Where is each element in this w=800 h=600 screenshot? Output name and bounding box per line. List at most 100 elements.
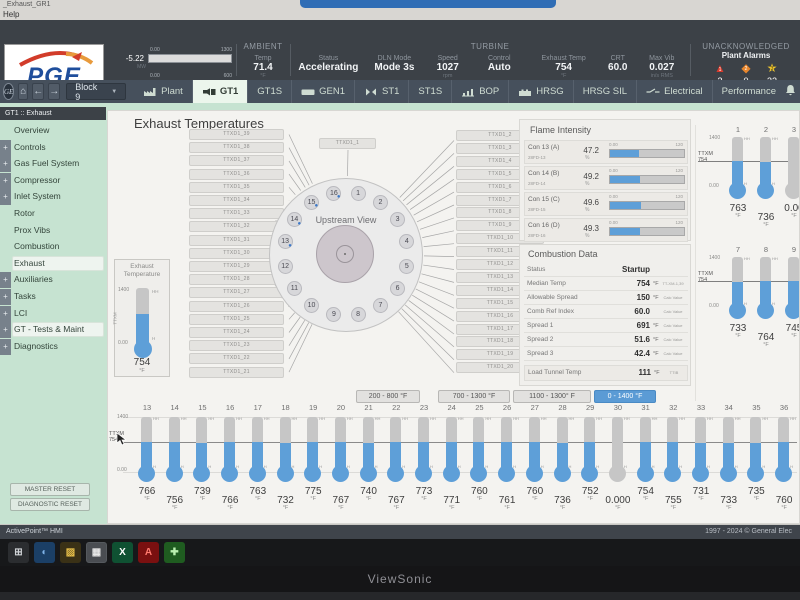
expand-plus-icon[interactable]: + <box>0 173 11 189</box>
thermometer-tube <box>584 417 595 472</box>
field-value: Accelerating <box>292 62 365 73</box>
screen: _Exhaust_GR1 Help PGE -5.22MW0.0013004.0… <box>0 0 800 566</box>
tab-plant[interactable]: Plant <box>134 80 192 103</box>
tab-hrsg-sil[interactable]: HRSG SIL <box>573 80 636 103</box>
range-button-3[interactable]: 1100 - 1300° F <box>513 390 591 403</box>
sidebar-item-overview[interactable]: Overview <box>0 123 106 139</box>
flame-detector-tag: 28FD-16 <box>528 233 546 238</box>
thermometer-unit: °F <box>320 505 362 511</box>
h-setpoint-label: H <box>208 464 211 469</box>
turbine-field-dln-mode: DLN ModeMode 3s <box>365 55 424 79</box>
tab-st1[interactable]: ST1 <box>354 80 408 103</box>
forward-button[interactable]: → <box>48 83 60 100</box>
thermometer-number: 27 <box>522 403 548 412</box>
diagnostic-reset-button[interactable]: DIAGNOSTIC RESET <box>10 498 90 511</box>
tab-label: Electrical <box>664 86 703 97</box>
tab-hrsg[interactable]: HRSG <box>508 80 572 103</box>
flame-can-label: Con 16 (D) <box>528 222 560 229</box>
h-setpoint-label: H <box>485 464 488 469</box>
help-menu[interactable]: Help <box>3 10 19 19</box>
tab-st1s[interactable]: ST1S <box>408 80 451 103</box>
wheel-position-8: 8 <box>351 307 366 322</box>
sidebar-item-exhaust[interactable]: Exhaust <box>0 256 106 272</box>
bell-icon[interactable] <box>785 83 796 101</box>
field-value: 754 <box>527 62 600 73</box>
thermometer-number: 15 <box>189 403 215 412</box>
hh-setpoint-label: HH <box>790 416 796 421</box>
flame-row-4: Con 16 (D)28FD-1649.3%0.00120 <box>524 218 688 242</box>
sidebar-item-label: Exhaust <box>14 258 45 268</box>
block-selector[interactable]: Block 9 ▼ <box>66 83 126 100</box>
hh-setpoint-label: HH <box>430 416 436 421</box>
expand-plus-icon[interactable]: + <box>0 322 11 338</box>
navigation-bar: GE ⌂ ← → Block 9 ▼ PlantGT1GT1SGEN1ST1ST… <box>0 80 800 103</box>
combustion-tag: Calc Value <box>658 337 688 342</box>
wheel-center-dot <box>344 253 346 255</box>
h-setpoint-label: H <box>152 336 155 341</box>
expand-plus-icon[interactable]: + <box>0 339 11 355</box>
h-setpoint-label: H <box>430 464 433 469</box>
sidebar-item-combustion[interactable]: Combustion <box>0 239 106 255</box>
sidebar-item-compressor[interactable]: +Compressor <box>0 173 106 189</box>
tab-gt1s[interactable]: GT1S <box>247 80 291 103</box>
expand-plus-icon[interactable]: + <box>0 189 11 205</box>
status-bar: ActivePoint™ HMI 1997 - 2024 © General E… <box>0 524 800 539</box>
wheel-position-11: 11 <box>287 281 302 296</box>
ge-logo-icon[interactable]: GE <box>3 83 14 100</box>
sidebar-item-controls[interactable]: +Controls <box>0 140 106 156</box>
excel-icon[interactable]: X <box>112 542 133 563</box>
flame-scale-min: 0.00 <box>609 168 618 173</box>
combustion-row-status: StatusStartup <box>524 263 688 277</box>
scale-min: 0.00 <box>118 340 128 346</box>
sidebar-item-diagnostics[interactable]: +Diagnostics <box>0 339 106 355</box>
sidebar-item-tasks[interactable]: +Tasks <box>0 289 106 305</box>
browser-icon[interactable]: ◐ <box>34 542 55 563</box>
thermometer-tube <box>418 417 429 472</box>
sidebar-item-rotor[interactable]: Rotor <box>0 206 106 222</box>
group-scale-max: 1400 <box>709 255 720 261</box>
ttxm-reference-label: TTXM754 <box>698 151 713 163</box>
sidebar-item-lci[interactable]: +LCI <box>0 306 106 322</box>
range-button-1[interactable]: 200 - 800 °F <box>356 390 420 403</box>
toolbox-icon[interactable]: ✚ <box>164 542 185 563</box>
master-reset-button[interactable]: MASTER RESET <box>10 483 90 496</box>
exhaust-temperature-thermometer: Exhaust Temperature 1400 0.00 HH H TTXM … <box>114 259 170 377</box>
sidebar-item-inlet-system[interactable]: +Inlet System <box>0 189 106 205</box>
thermometer-unit: °F <box>763 505 800 511</box>
expand-plus-icon[interactable]: + <box>0 306 11 322</box>
expand-plus-icon[interactable]: + <box>0 140 11 156</box>
hmi-window-icon[interactable]: ▦ <box>86 542 107 563</box>
tab-performance[interactable]: Performance <box>712 80 785 103</box>
turbine-field-exhaust-temp: Exhaust Temp754°F <box>527 55 600 79</box>
folder-icon[interactable]: ▨ <box>60 542 81 563</box>
hh-setpoint-label: HH <box>153 416 159 421</box>
tab-electrical[interactable]: Electrical <box>636 80 712 103</box>
range-button-2[interactable]: 700 - 1300 °F <box>438 390 510 403</box>
sidebar-item-prox-vibs[interactable]: Prox Vibs <box>0 223 106 239</box>
thermometer-number: 30 <box>605 403 631 412</box>
tc-label-left: TTXD1_37 <box>189 155 284 166</box>
sidebar-item-gas-fuel-system[interactable]: +Gas Fuel System <box>0 156 106 172</box>
acrobat-icon[interactable]: A <box>138 542 159 563</box>
sidebar-item-label: Tasks <box>14 291 36 301</box>
thermometer-number: 33 <box>688 403 714 412</box>
home-button[interactable]: ⌂ <box>18 83 28 100</box>
expand-plus-icon[interactable]: + <box>0 289 11 305</box>
gauge-min-label: 0.00 <box>150 47 160 53</box>
flame-detector-tag: 28FD-14 <box>528 181 546 186</box>
tab-bop[interactable]: BOP <box>451 80 508 103</box>
back-button[interactable]: ← <box>32 83 44 100</box>
monitor-brand: ViewSonic <box>0 572 800 586</box>
tab-gen1[interactable]: GEN1 <box>291 80 354 103</box>
hh-setpoint-label: HH <box>208 416 214 421</box>
range-button-4[interactable]: 0 - 1400 °F <box>594 390 656 403</box>
sidebar-item-auxiliaries[interactable]: +Auxiliaries <box>0 272 106 288</box>
tab-gt1[interactable]: GT1 <box>192 80 247 103</box>
ambient-temp-label: Temp <box>238 55 288 62</box>
chart-icon <box>461 87 475 97</box>
expand-plus-icon[interactable]: + <box>0 156 11 172</box>
sidebar-item-gt-tests-maint[interactable]: +GT - Tests & Maint <box>0 322 106 338</box>
expand-plus-icon[interactable]: + <box>0 272 11 288</box>
mouse-cursor <box>116 432 128 446</box>
task-view-icon[interactable]: ⊞ <box>8 542 29 563</box>
